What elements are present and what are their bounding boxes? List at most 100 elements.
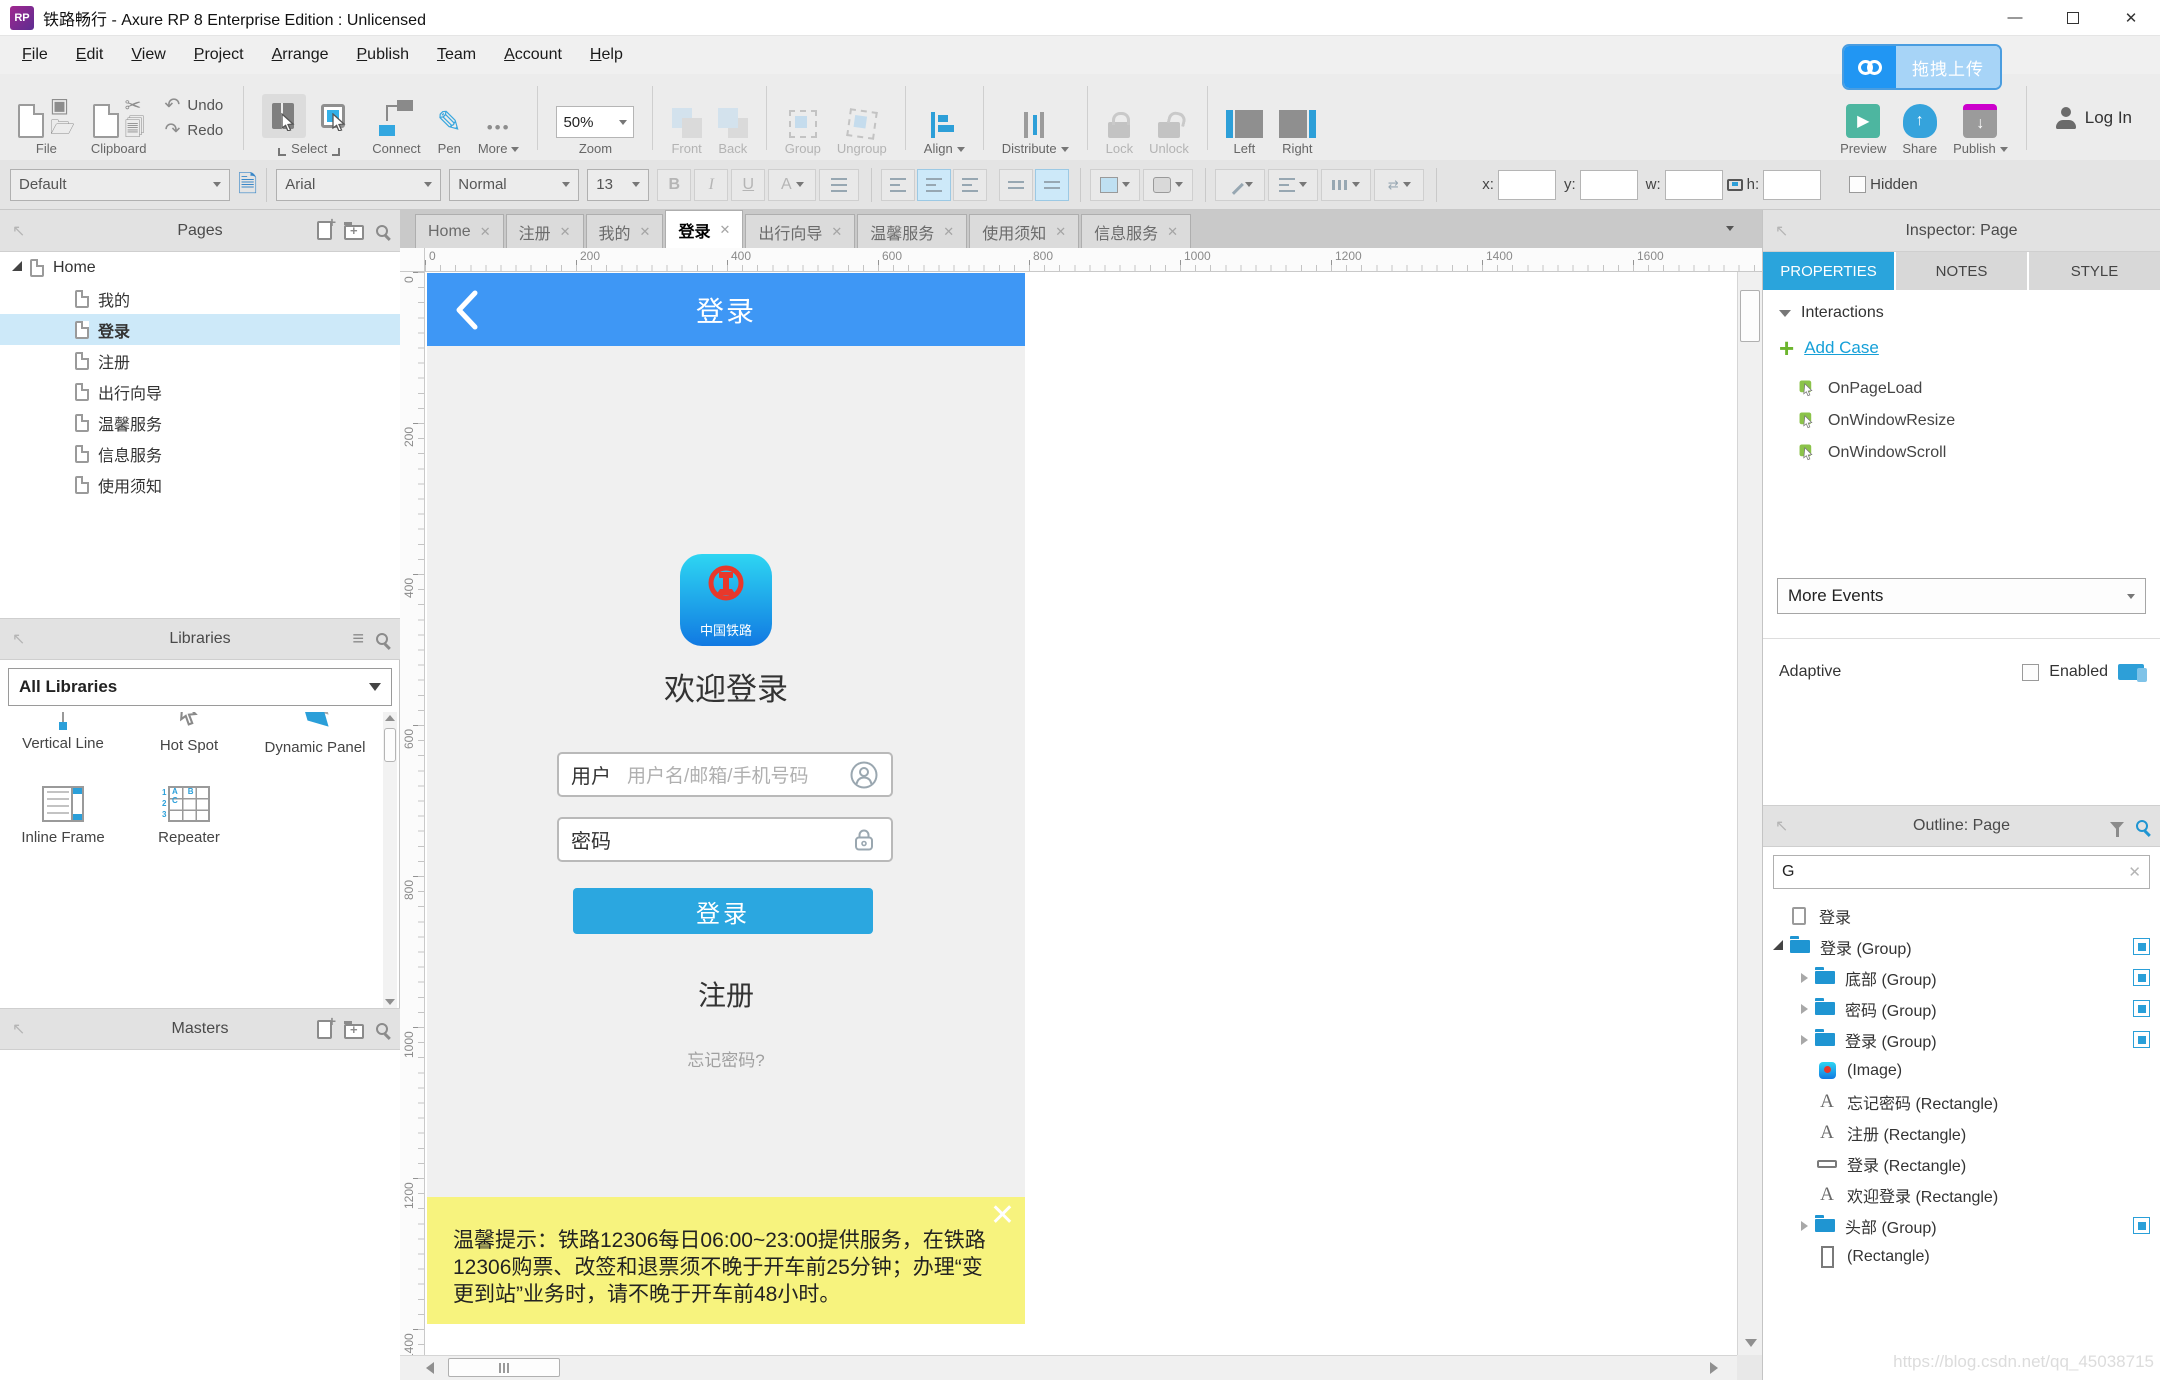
collapse-panel-icon[interactable]: ↖ — [1775, 221, 1788, 241]
font-size-dropdown[interactable]: 13 — [587, 169, 649, 201]
widget-visibility-badge[interactable] — [2133, 1000, 2150, 1017]
style-preset-dropdown[interactable]: Default — [10, 169, 230, 201]
lock-button[interactable]: Lock — [1098, 78, 1141, 158]
canvas-tab[interactable]: Home ✕ — [415, 214, 504, 248]
menu-item[interactable]: Edit — [62, 42, 118, 68]
close-tab-icon[interactable]: ✕ — [831, 224, 842, 240]
outline-tree-item[interactable]: A 欢迎登录 (Rectangle) — [1763, 1179, 2160, 1210]
close-tab-icon[interactable]: ✕ — [560, 224, 571, 240]
add-master-icon[interactable] — [317, 1020, 332, 1039]
search-icon[interactable] — [2136, 820, 2148, 832]
outline-tree-item[interactable]: A 登录 (Group) — [1763, 931, 2160, 962]
group-button[interactable]: Group — [777, 78, 829, 158]
canvas-tab[interactable]: 我的 ✕ — [586, 214, 664, 248]
login-button[interactable]: Log In — [2037, 78, 2150, 158]
ungroup-button[interactable]: Ungroup — [829, 78, 895, 158]
share-button[interactable]: ↑ Share — [1894, 78, 1945, 158]
forgot-password-link[interactable]: 忘记密码? — [427, 1046, 1025, 1071]
design-login-button[interactable]: 登录 — [573, 888, 873, 934]
canvas-tab[interactable]: 信息服务 ✕ — [1081, 214, 1191, 248]
collapse-panel-icon[interactable]: ↖ — [12, 629, 25, 649]
outline-tree-item[interactable]: A 底部 (Group) — [1763, 962, 2160, 993]
widget-visibility-badge[interactable] — [2133, 969, 2150, 986]
username-field[interactable]: 用户 用户名/邮箱/手机号码 — [557, 752, 893, 797]
menu-item[interactable]: Project — [180, 42, 258, 68]
publish-button[interactable]: ↓ Publish — [1945, 78, 2016, 158]
y-input[interactable] — [1580, 170, 1638, 200]
search-icon[interactable] — [376, 633, 388, 645]
adaptive-enabled-checkbox[interactable] — [2022, 664, 2039, 681]
scroll-left-icon[interactable] — [426, 1362, 434, 1374]
menu-item[interactable]: Account — [490, 42, 576, 68]
widget-repeater[interactable]: A B C 1 2 3 Repeater — [126, 782, 252, 846]
close-tab-icon[interactable]: ✕ — [1055, 224, 1066, 240]
pen-button[interactable]: ✎ Pen — [429, 78, 470, 158]
close-tab-icon[interactable]: ✕ — [719, 222, 730, 238]
scroll-right-icon[interactable] — [1710, 1362, 1718, 1374]
event-item[interactable]: OnWindowResize — [1763, 405, 2160, 437]
underline-button[interactable]: U — [731, 169, 765, 201]
canvas-tab[interactable]: 出行向导 ✕ — [745, 214, 855, 248]
arrow-style-button[interactable]: ⇄ — [1374, 169, 1424, 201]
link-dimensions-icon[interactable] — [1727, 179, 1743, 191]
collapse-panel-icon[interactable]: ↖ — [12, 221, 25, 241]
undo-button[interactable]: ↶ Undo — [164, 96, 223, 115]
register-link[interactable]: 注册 — [427, 974, 1025, 1014]
minimize-button[interactable]: — — [1986, 0, 2044, 35]
back-arrow-icon[interactable] — [451, 289, 481, 331]
w-input[interactable] — [1665, 170, 1723, 200]
outline-tree-item[interactable]: A (Image) — [1763, 1055, 2160, 1086]
canvas-tab[interactable]: 注册 ✕ — [506, 214, 584, 248]
line-color-button[interactable] — [1215, 169, 1265, 201]
interactions-section[interactable]: Interactions — [1763, 290, 2160, 322]
hidden-checkbox[interactable] — [1849, 176, 1866, 193]
widget-visibility-badge[interactable] — [2133, 1031, 2150, 1048]
front-button[interactable]: Front — [663, 78, 709, 158]
italic-button[interactable]: I — [694, 169, 728, 201]
canvas-tab[interactable]: 使用须知 ✕ — [969, 214, 1079, 248]
font-family-dropdown[interactable]: Arial — [276, 169, 441, 201]
valign-middle-button[interactable] — [1035, 169, 1069, 201]
close-tab-icon[interactable]: ✕ — [943, 224, 954, 240]
menu-item[interactable]: View — [117, 42, 179, 68]
page-tree-item[interactable]: 出行向导 — [0, 376, 400, 407]
shadow-button[interactable] — [1143, 169, 1193, 201]
canvas-horizontal-scrollbar[interactable] — [400, 1355, 1737, 1380]
inspector-tab[interactable]: PROPERTIES — [1763, 252, 1894, 290]
event-item[interactable]: OnWindowScroll — [1763, 437, 2160, 469]
clipboard-tools[interactable]: ✂ 🗐 Clipboard — [83, 78, 155, 158]
h-input[interactable] — [1763, 170, 1821, 200]
more-button[interactable]: ••• More — [470, 78, 528, 158]
page-tree-item[interactable]: 温馨服务 — [0, 407, 400, 438]
page-tree-item[interactable]: Home — [0, 252, 400, 283]
connect-button[interactable]: Connect — [364, 78, 428, 158]
widget-hot-spot[interactable]: Hot Spot — [126, 712, 252, 756]
outline-tree-item[interactable]: A 头部 (Group) — [1763, 1210, 2160, 1241]
line-spacing-button[interactable] — [819, 169, 859, 201]
scroll-down-icon[interactable] — [1745, 1339, 1757, 1347]
manage-styles-icon[interactable]: 🗎 — [238, 173, 257, 197]
outline-tree-item[interactable]: A (Rectangle) — [1763, 1241, 2160, 1272]
fill-color-button[interactable] — [1090, 169, 1140, 201]
password-field[interactable]: 密码 — [557, 817, 893, 862]
font-weight-dropdown[interactable]: Normal — [449, 169, 579, 201]
maximize-button[interactable] — [2044, 0, 2102, 35]
add-page-icon[interactable] — [317, 221, 332, 240]
line-width-button[interactable] — [1268, 169, 1318, 201]
select-intersect-button[interactable] — [262, 94, 306, 138]
event-item[interactable]: OnPageLoad — [1763, 373, 2160, 405]
scrollbar-thumb[interactable] — [1740, 290, 1760, 342]
close-tab-icon[interactable]: ✕ — [1167, 224, 1178, 240]
outline-tree-item[interactable]: A 登录 (Rectangle) — [1763, 1148, 2160, 1179]
outline-tree-item[interactable]: A 密码 (Group) — [1763, 993, 2160, 1024]
menu-item[interactable]: Help — [576, 42, 637, 68]
design-canvas[interactable]: 登录 中国铁路 欢迎登录 用户 用户名/邮箱/手机号码 — [425, 272, 1737, 1355]
inspector-tab[interactable]: STYLE — [2029, 252, 2160, 290]
zoom-dropdown[interactable]: 50% — [556, 106, 634, 138]
widget-dynamic-panel[interactable]: Dynamic Panel — [252, 712, 378, 756]
library-menu-icon[interactable]: ≡ — [352, 629, 364, 649]
preview-button[interactable]: ▶ Preview — [1832, 78, 1894, 158]
more-events-dropdown[interactable]: More Events — [1777, 578, 2146, 614]
menu-item[interactable]: File — [8, 42, 62, 68]
scrollbar-thumb[interactable] — [448, 1358, 560, 1377]
